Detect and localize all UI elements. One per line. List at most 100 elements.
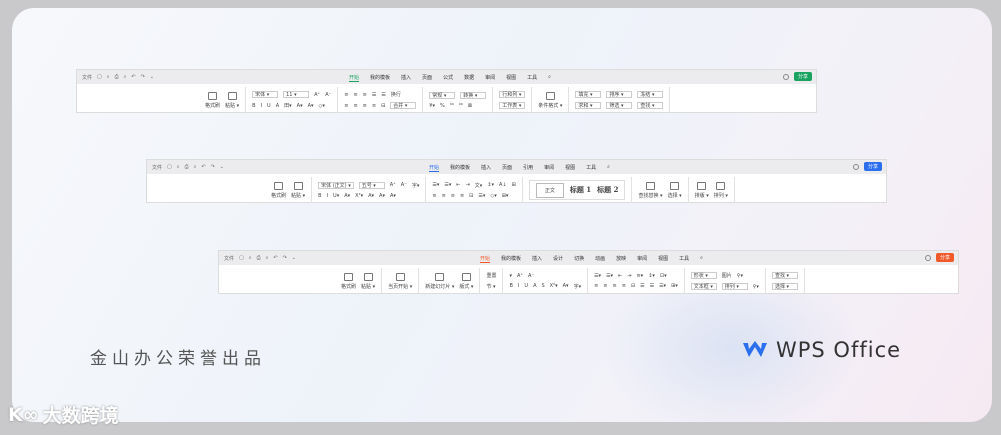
ribbon-control[interactable]: 筛选 ▾ [606,102,633,109]
ribbon-control[interactable]: ≡ [442,193,446,199]
tab-5[interactable]: 数据 [464,74,474,82]
tab-0[interactable]: 开始 [429,164,440,172]
print-icon[interactable]: ⎙ [115,74,119,80]
ribbon-control[interactable]: 冻结 ▾ [637,91,664,98]
ribbon-control[interactable]: A▾ [297,103,303,109]
ribbon-control[interactable]: ≡ [353,92,357,98]
ribbon-control[interactable]: A⁻ [325,92,331,98]
ribbon-control[interactable]: ◇▾ [490,193,496,199]
ribbon-control[interactable]: ⁰⁰ [459,103,463,109]
ribbon-control[interactable]: 田▾ [284,102,292,109]
ribbon-control[interactable]: I [327,193,328,199]
search-icon[interactable]: ⌕ [607,164,610,172]
ribbon-control[interactable]: ☰ [381,92,385,98]
ribbon-control[interactable]: 五号 ▾ [358,181,385,189]
ribbon-button[interactable]: 条件格式 ▾ [538,91,562,109]
preview-icon[interactable]: ⌕ [266,255,269,261]
ribbon-control[interactable]: ▾ [509,273,512,279]
share-icon[interactable]: ⌕ [177,164,180,170]
ribbon-control[interactable]: ⊟ [381,103,385,109]
ribbon-control[interactable]: A [533,283,536,289]
tab-1[interactable]: 我的模板 [450,164,470,172]
ribbon-control[interactable]: ⊟ [631,283,635,289]
ribbon-button[interactable]: 新建幻灯片 ▾ [425,272,454,290]
ribbon-control[interactable]: ◇▾ [319,103,325,109]
ribbon-control[interactable]: I [518,283,519,289]
ribbon-control[interactable]: ☰ [650,283,654,289]
undo-icon[interactable]: ↶ [273,255,277,261]
preview-icon[interactable]: ⌕ [194,164,197,170]
ribbon-button[interactable]: 选择 ▾ [668,181,682,199]
more-icon[interactable]: ⌄ [292,255,296,261]
print-icon[interactable]: ⎙ [257,255,261,261]
ribbon-control[interactable]: A⁺ [314,92,320,98]
ribbon-control[interactable]: A▾ [344,193,350,199]
ribbon-control[interactable]: 排列 ▾ [721,283,748,290]
ribbon-control[interactable]: A↓ [499,182,507,188]
tab-4[interactable]: 公式 [443,74,453,82]
ribbon-button[interactable]: 粘贴 ▾ [361,272,375,290]
ribbon-control[interactable]: ⊡▾ [660,273,667,279]
ribbon-control[interactable]: S [541,283,544,289]
ribbon-control[interactable]: A▾ [379,193,385,199]
ribbon-control[interactable]: X²▾ [550,283,558,289]
ribbon-control[interactable]: ⊞ [512,182,516,188]
ribbon-control[interactable]: U▾ [333,193,339,199]
ribbon-control[interactable]: ⁰⁰ [450,103,454,109]
ribbon-control[interactable]: ⊞▾ [502,193,509,199]
more-icon[interactable]: ⌄ [220,164,224,170]
ribbon-control[interactable]: B [318,193,321,199]
ribbon-control[interactable]: ⇤ [456,182,460,188]
style-2[interactable]: 标题 2 [597,185,618,195]
ribbon-control[interactable]: A⁺ [517,273,523,279]
tab-8[interactable]: 工具 [527,74,537,82]
ribbon-control[interactable]: ≡ [622,283,626,289]
ribbon-control[interactable]: A▾ [308,103,314,109]
ribbon-control[interactable]: ☰ [372,92,376,98]
tab-4[interactable]: 引用 [523,164,533,172]
tab-7[interactable]: 审阅 [637,255,647,263]
share-button[interactable]: 分享 [863,162,882,171]
share-button[interactable]: 分享 [793,72,812,81]
ribbon-control[interactable]: B [509,283,512,289]
ribbon-button[interactable]: 排列 ▾ [714,181,728,199]
ribbon-control[interactable]: 宋体 ▾ [252,91,279,98]
ribbon-control[interactable]: ≡ [344,103,348,109]
file-menu[interactable]: 文件 [224,255,234,262]
ribbon-control[interactable]: ≡ [603,283,607,289]
ribbon-control[interactable]: A▾ [390,193,396,199]
tab-6[interactable]: 视图 [565,164,575,172]
ribbon-control[interactable]: 字▾ [574,283,582,290]
search-icon[interactable]: ⌕ [548,74,551,82]
ribbon-control[interactable]: 重置 [486,272,496,279]
tab-3[interactable]: 页面 [422,74,432,82]
ribbon-control[interactable]: 常规 ▾ [429,91,456,99]
ribbon-control[interactable]: 查找 ▾ [771,272,798,279]
ribbon-control[interactable]: ⊟ [469,193,473,199]
ribbon-control[interactable]: B [252,103,255,109]
status-icon[interactable] [852,163,859,170]
ribbon-control[interactable]: 转换 ▾ [460,91,487,99]
tab-1[interactable]: 我的模板 [501,255,521,263]
style-0[interactable]: 正文 [535,182,564,198]
share-button[interactable]: 分享 [935,253,954,262]
file-menu[interactable]: 文件 [82,74,92,81]
redo-icon[interactable]: ↷ [211,164,215,170]
ribbon-control[interactable]: ≡ [432,193,436,199]
ribbon-control[interactable]: X²▾ [355,193,363,199]
ribbon-control[interactable]: ≡ [353,103,357,109]
ribbon-control[interactable]: ≡▾ [636,273,643,279]
redo-icon[interactable]: ↷ [141,74,145,80]
tab-3[interactable]: 设计 [553,255,563,263]
share-icon[interactable]: ⌕ [249,255,252,261]
ribbon-control[interactable]: U [524,283,528,289]
ribbon-control[interactable]: 文本框 ▾ [690,283,717,290]
ribbon-control[interactable]: A⁻ [528,273,534,279]
ribbon-control[interactable]: ↕▾ [648,273,655,279]
tab-2[interactable]: 插入 [401,74,411,82]
ribbon-control[interactable]: ≡ [594,283,598,289]
save-icon[interactable]: ▢ [239,255,244,261]
ribbon-control[interactable]: 11 ▾ [283,91,310,98]
tab-6[interactable]: 放映 [616,255,626,263]
tab-6[interactable]: 审阅 [485,74,495,82]
